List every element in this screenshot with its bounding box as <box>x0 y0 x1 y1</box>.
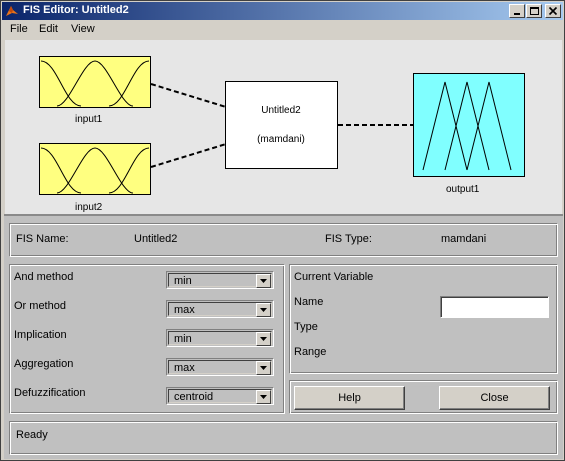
or-method-label: Or method <box>14 300 66 312</box>
and-method-value: min <box>174 275 192 287</box>
implication-value: min <box>174 333 192 345</box>
minimize-icon <box>514 13 520 15</box>
defuzzification-select[interactable]: centroid <box>166 387 274 405</box>
aggregation-dropdown-button[interactable] <box>256 361 271 375</box>
output1-label: output1 <box>446 184 480 195</box>
buttons-panel: Help Close <box>289 380 558 414</box>
current-variable-title: Current Variable <box>294 271 374 283</box>
system-type: (mamdani) <box>257 134 305 145</box>
defuzzification-value: centroid <box>174 391 214 403</box>
defuzzification-dropdown-button[interactable] <box>256 390 271 404</box>
fis-editor-window: FIS Editor: Untitled2 File Edit View inp… <box>0 0 565 461</box>
and-method-label: And method <box>14 271 74 283</box>
fis-name-label: FIS Name: <box>16 233 69 245</box>
fis-type-value: mamdani <box>441 233 487 245</box>
chevron-down-icon <box>260 308 267 312</box>
aggregation-select[interactable]: max <box>166 358 274 376</box>
input1-label: input1 <box>75 114 103 125</box>
fis-name-value: Untitled2 <box>134 233 178 245</box>
maximize-button[interactable] <box>526 4 542 18</box>
variable-name-field[interactable] <box>440 296 549 318</box>
or-method-select[interactable]: max <box>166 300 274 318</box>
status-panel: Ready <box>9 421 558 455</box>
connector-input2 <box>150 143 227 168</box>
close-icon <box>548 6 558 16</box>
minimize-button[interactable] <box>509 4 525 18</box>
connector-input1 <box>150 83 227 108</box>
chevron-down-icon <box>260 395 267 399</box>
chevron-down-icon <box>260 366 267 370</box>
bottom-panel: FIS Name: Untitled2 FIS Type: mamdani An… <box>4 214 563 459</box>
implication-label: Implication <box>14 329 67 341</box>
fis-system-block[interactable] <box>225 81 338 169</box>
title-bar[interactable]: FIS Editor: Untitled2 <box>2 2 563 20</box>
input1-block[interactable] <box>39 56 151 108</box>
help-button[interactable]: Help <box>294 386 405 410</box>
input2-label: input2 <box>75 202 103 213</box>
and-method-select[interactable]: min <box>166 271 274 289</box>
current-variable-panel: Current Variable Name Type Range <box>289 264 558 374</box>
input2-block[interactable] <box>39 143 151 195</box>
implication-dropdown-button[interactable] <box>256 332 271 346</box>
system-name: Untitled2 <box>261 105 301 116</box>
chevron-down-icon <box>260 279 267 283</box>
defuzzification-label: Defuzzification <box>14 387 86 399</box>
variable-range-label: Range <box>294 346 327 358</box>
or-method-value: max <box>174 304 195 316</box>
aggregation-label: Aggregation <box>14 358 74 370</box>
menu-bar: File Edit View <box>2 20 563 40</box>
aggregation-value: max <box>174 362 195 374</box>
output1-block[interactable] <box>413 73 525 177</box>
maximize-icon <box>530 7 539 15</box>
methods-panel: And method min Or method max Implication… <box>9 264 285 414</box>
chevron-down-icon <box>260 337 267 341</box>
variable-type-label: Type <box>294 321 318 333</box>
or-method-dropdown-button[interactable] <box>256 303 271 317</box>
status-text: Ready <box>16 429 48 441</box>
close-window-button[interactable] <box>545 4 561 18</box>
implication-select[interactable]: min <box>166 329 274 347</box>
close-button[interactable]: Close <box>439 386 550 410</box>
window-title: FIS Editor: Untitled2 <box>23 4 129 16</box>
fis-info-panel: FIS Name: Untitled2 FIS Type: mamdani <box>9 223 558 257</box>
menu-file[interactable]: File <box>10 23 28 35</box>
menu-view[interactable]: View <box>71 23 95 35</box>
fis-diagram: input1 input2 Untitled2 (mamdani) output… <box>5 40 562 214</box>
and-method-dropdown-button[interactable] <box>256 274 271 288</box>
variable-name-label: Name <box>294 296 324 308</box>
matlab-logo-icon <box>6 6 18 16</box>
fis-type-label: FIS Type: <box>325 233 372 245</box>
menu-edit[interactable]: Edit <box>39 23 58 35</box>
